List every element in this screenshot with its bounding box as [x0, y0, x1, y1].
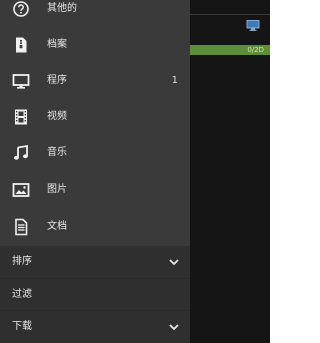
drawer-item-label: 图片: [47, 184, 67, 195]
chevron-down-icon: [168, 256, 180, 268]
section-sort[interactable]: 排序: [0, 246, 190, 278]
drawer-item-other[interactable]: 其他的: [0, 0, 190, 27]
screen-edge: [270, 0, 276, 343]
drawer-item-pictures[interactable]: 图片: [0, 172, 190, 208]
section-filter[interactable]: 过滤: [0, 279, 190, 311]
monitor-icon: [12, 72, 30, 90]
status-badge: 0/2D: [190, 45, 270, 55]
section-filter-label: 过滤: [12, 289, 32, 300]
document-icon: [12, 218, 30, 236]
image-icon: [12, 181, 30, 199]
drawer-item-label: 文档: [47, 221, 67, 232]
drawer-item-label: 程序: [47, 75, 67, 86]
chevron-down-icon: [168, 321, 180, 333]
screen: 0/2D 其他的 档案 程序 1 视频 音乐 图片 文档 排序 过滤 下载: [0, 0, 276, 343]
monitor-icon[interactable]: [246, 20, 260, 31]
section-download[interactable]: 下载: [0, 311, 190, 343]
archive-file-icon: [12, 36, 30, 54]
drawer-item-documents[interactable]: 文档: [0, 209, 190, 245]
drawer-item-label: 其他的: [47, 3, 77, 14]
help-circle-icon: [12, 0, 30, 18]
drawer-item-label: 档案: [47, 39, 67, 50]
drawer-item-label: 音乐: [47, 147, 67, 158]
film-icon: [12, 108, 30, 126]
section-download-label: 下载: [12, 321, 32, 332]
music-note-icon: [12, 144, 30, 162]
drawer-item-label: 视频: [47, 111, 67, 122]
navigation-drawer: 其他的 档案 程序 1 视频 音乐 图片 文档 排序 过滤 下载: [0, 0, 190, 343]
drawer-item-count: 1: [171, 75, 178, 86]
background-divider: [190, 14, 270, 15]
drawer-item-video[interactable]: 视频: [0, 99, 190, 135]
drawer-item-archive[interactable]: 档案: [0, 27, 190, 63]
background-app: 0/2D: [190, 0, 270, 343]
section-sort-label: 排序: [12, 256, 32, 267]
drawer-item-programs[interactable]: 程序 1: [0, 63, 190, 99]
drawer-item-music[interactable]: 音乐: [0, 135, 190, 171]
